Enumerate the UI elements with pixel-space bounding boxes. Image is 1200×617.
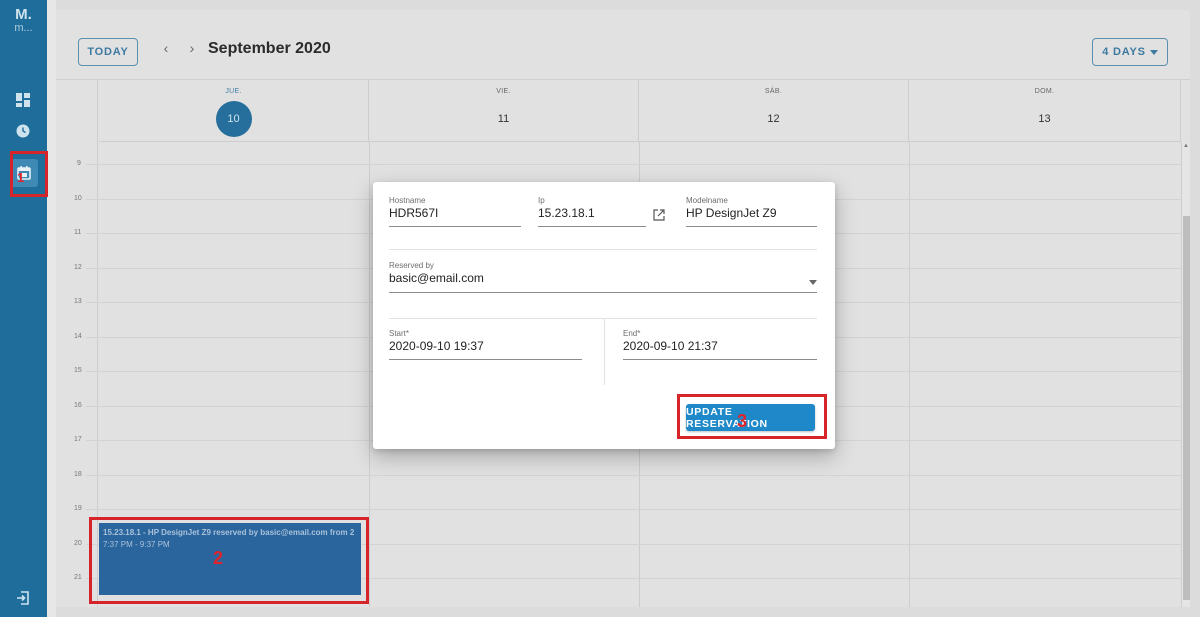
- start-label: Start*: [389, 329, 410, 338]
- clock-icon[interactable]: [11, 119, 35, 143]
- dropdown-arrow-icon: [809, 280, 817, 285]
- hour-label: 21: [74, 574, 82, 581]
- hour-label: 9: [77, 160, 81, 167]
- start-value: 2020-09-10 19:37: [389, 339, 484, 353]
- field-underline: [389, 359, 582, 360]
- weekday-label: VIE.: [496, 88, 511, 95]
- ip-value: 15.23.18.1: [538, 206, 595, 220]
- reserved-by-select[interactable]: Reserved by basic@email.com: [389, 261, 817, 293]
- field-underline: [686, 226, 817, 227]
- logout-icon[interactable]: [11, 586, 35, 610]
- date-number[interactable]: 11: [486, 101, 522, 137]
- view-range-button[interactable]: 4 DAYS: [1092, 38, 1168, 66]
- callout-box-2: [89, 517, 369, 604]
- weekday-label: SÁB.: [764, 88, 783, 95]
- date-number[interactable]: 10: [215, 101, 252, 137]
- hour-label: 15: [74, 367, 82, 374]
- date-number[interactable]: 13: [1027, 101, 1063, 137]
- hour-label: 16: [74, 402, 82, 409]
- view-range-label: 4 DAYS: [1102, 46, 1146, 58]
- caret-down-icon: [1149, 49, 1158, 55]
- hour-gridline: [86, 164, 1186, 165]
- reserved-by-label: Reserved by: [389, 261, 434, 270]
- modelname-value: HP DesignJet Z9: [686, 206, 777, 220]
- day-column-divider: [369, 142, 370, 607]
- ip-field[interactable]: Ip 15.23.18.1: [538, 196, 646, 227]
- logo-initial: M.: [15, 6, 32, 23]
- scrollbar-thumb[interactable]: [1183, 216, 1190, 600]
- callout-box-3: [677, 394, 827, 439]
- field-underline: [389, 292, 817, 293]
- today-button[interactable]: TODAY: [78, 38, 138, 66]
- day-column-divider: [909, 142, 910, 607]
- ip-label: Ip: [538, 196, 545, 205]
- reserved-by-value: basic@email.com: [389, 271, 484, 285]
- end-label: End*: [623, 329, 641, 338]
- prev-arrow-icon[interactable]: ‹: [159, 40, 173, 56]
- callout-number-1: 1: [17, 170, 25, 185]
- hour-label: 12: [74, 264, 82, 271]
- hour-label: 13: [74, 298, 82, 305]
- hour-label: 10: [74, 195, 82, 202]
- start-date-field[interactable]: Start* 2020-09-10 19:37: [389, 329, 582, 360]
- date-number[interactable]: 12: [756, 101, 792, 137]
- modelname-label: Modelname: [686, 196, 728, 205]
- side-rail: M. m...: [0, 0, 47, 617]
- hour-gridline: [86, 509, 1186, 510]
- scroll-up-icon[interactable]: ▲: [1183, 143, 1189, 149]
- day-header-sat[interactable]: SÁB. 12: [639, 80, 909, 142]
- section-divider: [389, 249, 817, 250]
- hour-label: 18: [74, 471, 82, 478]
- callout-number-3: 3: [737, 411, 748, 431]
- app-root: M. m... TODAY ‹ › September 2020 4 DAYS: [0, 0, 1200, 617]
- open-external-icon[interactable]: [653, 208, 665, 226]
- hour-label: 17: [74, 436, 82, 443]
- hour-label: 14: [74, 333, 82, 340]
- field-underline: [538, 226, 646, 227]
- hostname-field[interactable]: Hostname HDR567I: [389, 196, 521, 227]
- hour-label: 20: [74, 540, 82, 547]
- day-header-fri[interactable]: VIE. 11: [369, 80, 639, 142]
- hour-label: 19: [74, 505, 82, 512]
- day-header-sun[interactable]: DOM. 13: [909, 80, 1181, 142]
- section-divider: [389, 318, 817, 319]
- field-underline: [623, 359, 817, 360]
- next-arrow-icon[interactable]: ›: [185, 40, 199, 56]
- weekday-label: DOM.: [1034, 88, 1055, 95]
- callout-number-2: 2: [213, 548, 224, 568]
- rail-separator: [47, 0, 56, 617]
- calendar-toolbar: TODAY ‹ › September 2020 4 DAYS: [56, 10, 1190, 80]
- day-header-thu[interactable]: JUE. 10: [99, 80, 369, 142]
- weekday-label: JUE.: [225, 88, 242, 95]
- end-date-field[interactable]: End* 2020-09-10 21:37: [623, 329, 817, 360]
- hostname-label: Hostname: [389, 196, 426, 205]
- dashboard-icon[interactable]: [11, 88, 35, 112]
- app-logo[interactable]: M. m...: [0, 6, 47, 34]
- hostname-value: HDR567I: [389, 206, 439, 220]
- end-value: 2020-09-10 21:37: [623, 339, 718, 353]
- hour-label: 11: [74, 229, 82, 236]
- logo-username: m...: [14, 22, 33, 34]
- field-underline: [389, 226, 521, 227]
- callout-box-1: [10, 151, 48, 197]
- hour-gridline: [86, 475, 1186, 476]
- modelname-field[interactable]: Modelname HP DesignJet Z9: [686, 196, 817, 227]
- month-title: September 2020: [208, 40, 331, 57]
- date-separator: [604, 319, 605, 385]
